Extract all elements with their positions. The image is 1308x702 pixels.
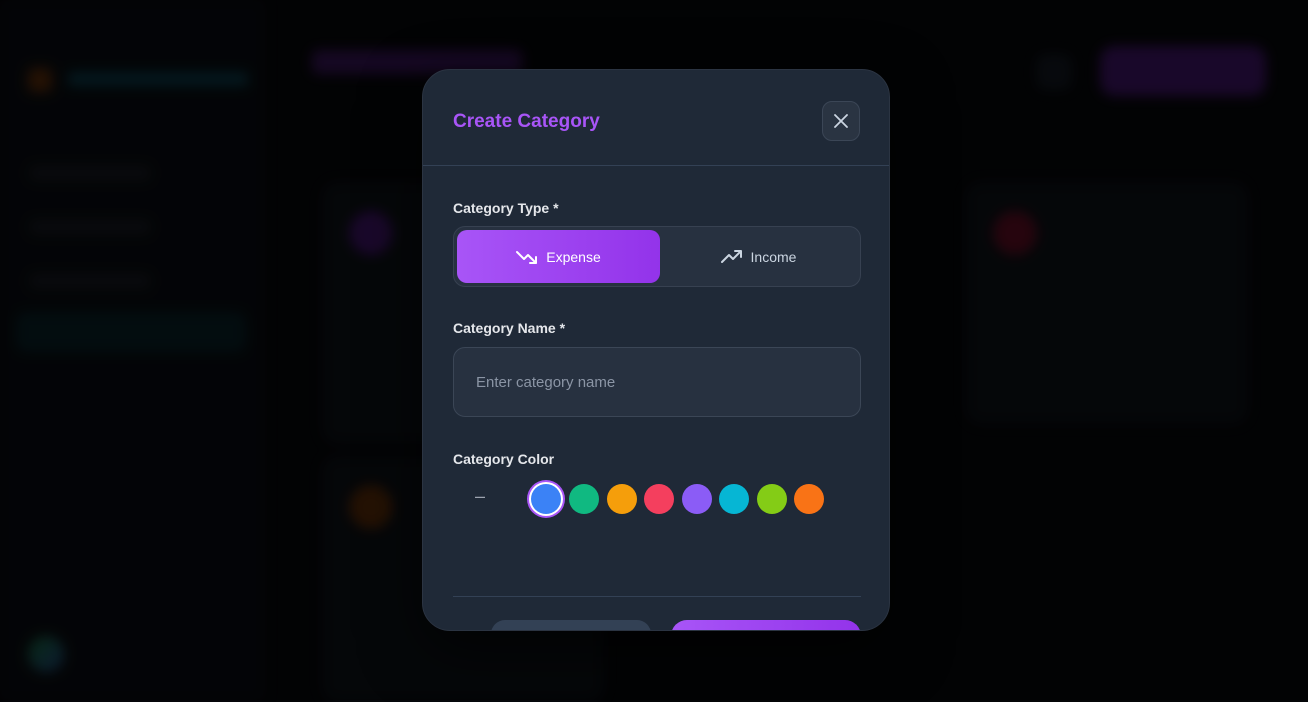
close-button[interactable]: [822, 101, 860, 141]
color-swatch-green[interactable]: [569, 484, 599, 514]
color-picker: –: [453, 482, 861, 516]
modal-header: Create Category: [423, 70, 889, 166]
income-option[interactable]: Income: [657, 230, 860, 283]
expense-option[interactable]: Expense: [457, 230, 660, 283]
modal-title: Create Category: [453, 111, 600, 133]
create-category-modal: Create Category Category Type * Expense …: [422, 69, 890, 631]
category-color-label: Category Color: [453, 451, 554, 467]
category-type-toggle: Expense Income: [453, 226, 861, 287]
category-name-label: Category Name *: [453, 320, 565, 336]
color-swatch-rose[interactable]: [644, 484, 674, 514]
color-swatch-lime[interactable]: [757, 484, 787, 514]
cancel-button[interactable]: [491, 620, 651, 631]
color-swatch-orange[interactable]: [794, 484, 824, 514]
create-button[interactable]: [671, 620, 861, 631]
trending-up-icon: [721, 249, 743, 265]
income-label: Income: [751, 249, 797, 265]
color-swatch-blue[interactable]: [531, 484, 561, 514]
color-swatch-violet[interactable]: [682, 484, 712, 514]
color-prefix: –: [475, 486, 485, 507]
footer-divider: [453, 596, 861, 597]
category-name-input[interactable]: [453, 347, 861, 417]
trending-down-icon: [516, 249, 538, 265]
color-swatch-amber[interactable]: [607, 484, 637, 514]
category-type-label: Category Type *: [453, 200, 559, 216]
color-swatch-cyan[interactable]: [719, 484, 749, 514]
expense-label: Expense: [546, 249, 600, 265]
close-icon: [833, 113, 849, 129]
